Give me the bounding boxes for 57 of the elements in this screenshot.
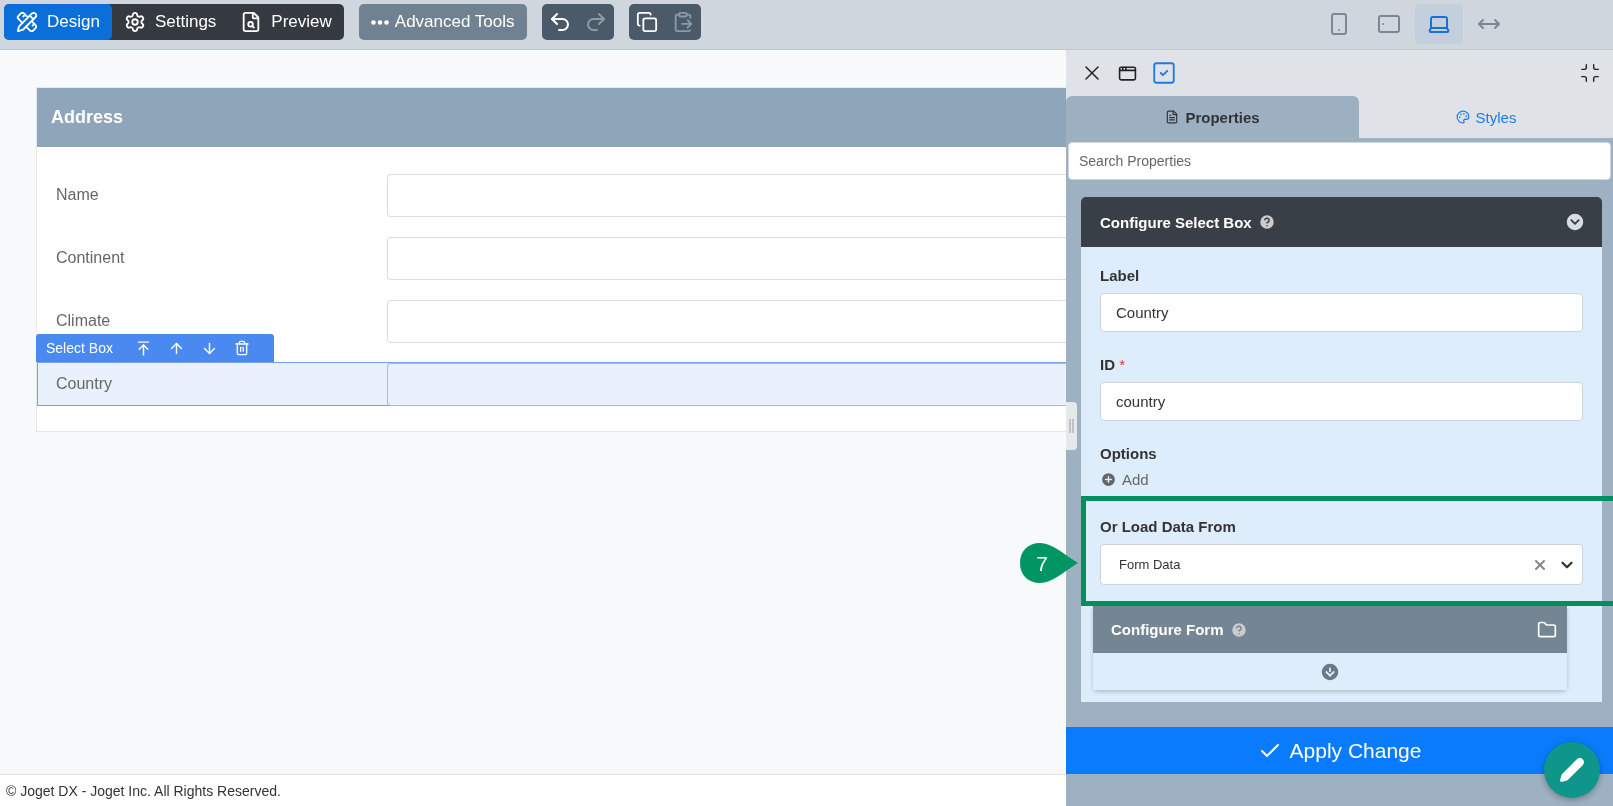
resize-handle[interactable] xyxy=(1066,402,1077,450)
input-field[interactable] xyxy=(387,236,1066,280)
minimize-icon xyxy=(1579,62,1601,84)
add-button[interactable]: Add xyxy=(1100,471,1149,488)
document-icon xyxy=(1165,110,1180,124)
element-type-label: Select Box xyxy=(46,340,113,356)
apply-change-button[interactable]: Apply Change xyxy=(1066,727,1613,774)
field-label: Name xyxy=(55,186,100,204)
chevron-icon[interactable] xyxy=(1564,211,1586,233)
section-header[interactable]: Configure Select Box xyxy=(1081,197,1602,247)
section-title: Address xyxy=(51,107,124,128)
help-icon[interactable] xyxy=(1257,213,1276,231)
edit-button[interactable] xyxy=(1544,742,1600,798)
input-field[interactable] xyxy=(387,299,1066,343)
arrow-down-icon[interactable] xyxy=(1319,660,1341,683)
trash-icon[interactable] xyxy=(233,340,250,356)
text-field[interactable]: country xyxy=(1100,382,1583,421)
field-label: Options xyxy=(1100,445,1158,462)
required-mark: * xyxy=(1119,356,1125,373)
copyright-text: © Joget DX - Joget Inc. All Rights Reserved. xyxy=(6,782,281,799)
mode-tab[interactable]: Preview xyxy=(228,4,344,40)
plus-icon xyxy=(1100,471,1117,488)
checkbox-icon xyxy=(1151,60,1177,86)
form-field-row[interactable]: Country xyxy=(37,362,1066,406)
window-button[interactable] xyxy=(1118,63,1137,83)
folder-icon[interactable] xyxy=(1537,619,1557,640)
advanced-tools-button[interactable]: Advanced Tools xyxy=(358,4,527,40)
mode-tab[interactable]: Settings xyxy=(111,4,229,40)
field-label: Continent xyxy=(55,249,126,267)
pencil-ruler-icon xyxy=(16,11,38,33)
section-title: Configure Select Box xyxy=(1100,213,1252,231)
dots-icon xyxy=(370,19,389,25)
gear-icon xyxy=(123,11,146,33)
mode-tab[interactable]: Design xyxy=(4,4,112,40)
subsection-title: Configure Form xyxy=(1111,621,1224,638)
field-label: Climate xyxy=(55,312,112,330)
form-field-row[interactable]: Climate xyxy=(37,299,1066,343)
text-field[interactable]: Country xyxy=(1100,293,1583,332)
laptop-view-button[interactable] xyxy=(1415,4,1463,44)
select-field[interactable]: Form Data xyxy=(1100,544,1583,585)
field-label: Country xyxy=(55,375,114,393)
minimize-button[interactable] xyxy=(1579,62,1601,84)
search-field[interactable]: Search Properties xyxy=(1068,142,1611,180)
panel-tab[interactable]: Properties xyxy=(1066,96,1359,138)
field-label: Label xyxy=(1100,267,1141,284)
form-field-row[interactable]: Continent xyxy=(37,236,1066,280)
input-field[interactable] xyxy=(387,362,1066,406)
field-label: ID * xyxy=(1100,356,1126,373)
form-field-row[interactable]: Name xyxy=(37,173,1066,217)
input-field[interactable] xyxy=(387,173,1066,217)
palette-icon xyxy=(1455,110,1470,124)
pencil-icon xyxy=(1559,757,1585,783)
tablet-icon xyxy=(1377,12,1401,36)
copy-icon xyxy=(635,11,658,33)
field-label: Or Load Data From xyxy=(1100,518,1237,535)
checkbox-button[interactable] xyxy=(1151,60,1177,86)
window-icon xyxy=(1118,63,1137,83)
